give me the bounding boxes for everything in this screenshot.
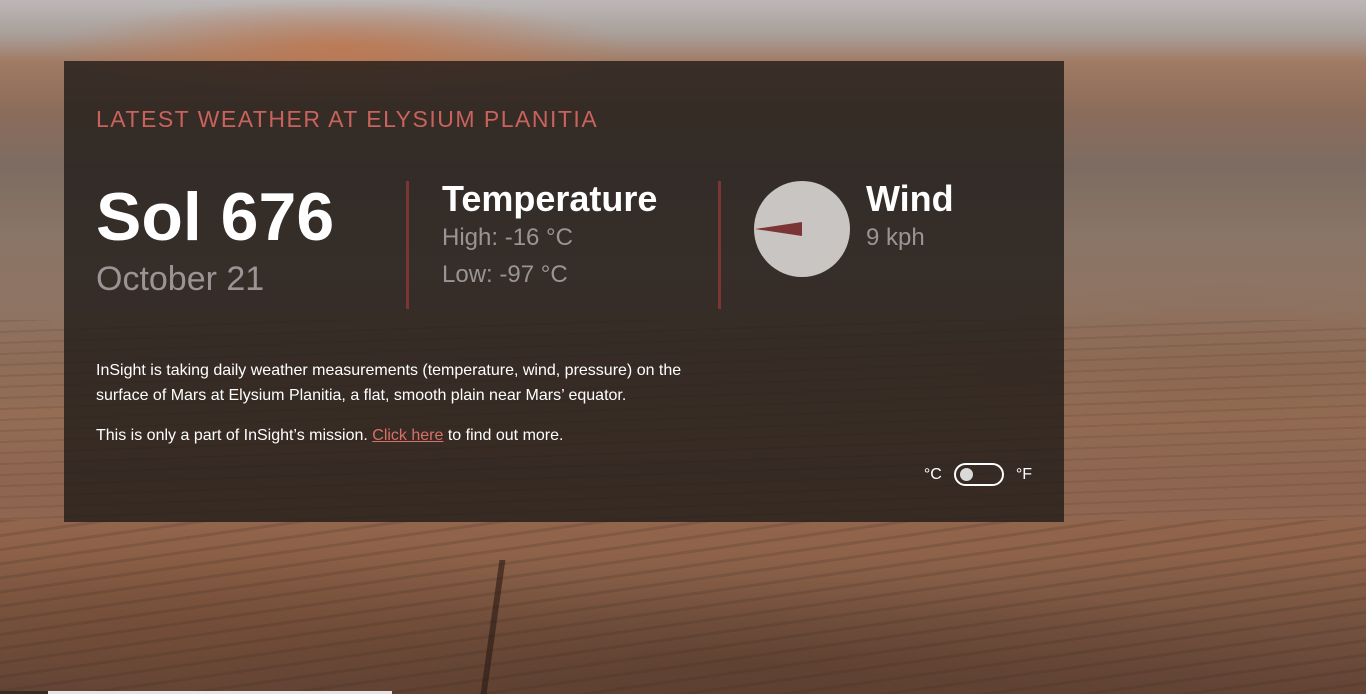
- find-out-more-link[interactable]: Click here: [372, 427, 443, 444]
- temperature-low: Low: -97 °C: [442, 261, 568, 288]
- wind-speed: 9 kph: [866, 224, 925, 251]
- sol-date: October 21: [96, 260, 265, 298]
- divider: [406, 181, 409, 309]
- divider: [718, 181, 721, 309]
- temperature-high: High: -16 °C: [442, 224, 573, 251]
- background-rock-crack: [480, 560, 506, 694]
- description-suffix: to find out more.: [443, 427, 564, 444]
- weather-panel: LATEST WEATHER AT ELYSIUM PLANITIA Sol 6…: [64, 61, 1064, 522]
- wind-direction-icon: [754, 181, 850, 277]
- description-prefix: This is only a part of InSight’s mission…: [96, 427, 373, 444]
- celsius-label: °C: [923, 465, 942, 483]
- temperature-title: Temperature: [442, 178, 658, 219]
- description-paragraph-mission: This is only a part of InSight’s mission…: [96, 423, 716, 448]
- temperature-block: Temperature High: -16 °C Low: -97 °C: [442, 179, 657, 293]
- wind-title: Wind: [866, 178, 954, 219]
- sol-block: Sol 676 October 21: [96, 179, 334, 299]
- unit-toggle-group: °C °F: [924, 463, 1032, 486]
- unit-toggle-knob: [959, 468, 973, 481]
- page-heading: LATEST WEATHER AT ELYSIUM PLANITIA: [96, 106, 599, 132]
- description-paragraph: InSight is taking daily weather measurem…: [96, 362, 682, 404]
- sol-title: Sol 676: [96, 179, 335, 255]
- unit-toggle-switch[interactable]: [953, 463, 1004, 486]
- fahrenheit-label: °F: [1015, 465, 1032, 483]
- background-terrain-foreground: [0, 520, 1366, 694]
- wind-block: Wind 9 kph: [866, 179, 954, 256]
- mission-description: InSight is taking daily weather measurem…: [96, 358, 716, 463]
